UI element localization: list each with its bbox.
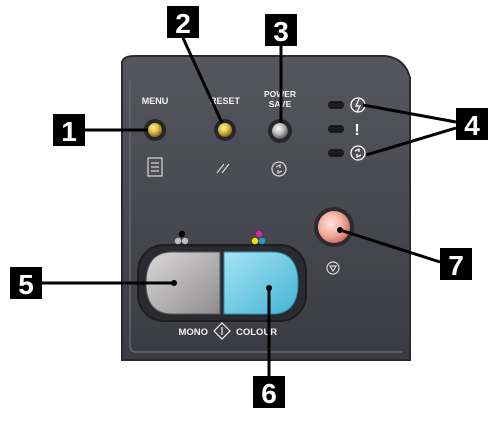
callout-7-number: 7 — [448, 250, 464, 281]
callout-4: 4 — [456, 108, 488, 141]
leader-dot-6 — [266, 285, 272, 291]
stop-button[interactable] — [318, 211, 350, 243]
led-ready — [328, 101, 344, 109]
callout-6: 6 — [253, 376, 285, 409]
callout-3-number: 3 — [273, 16, 289, 47]
colour-label: COLOUR — [236, 327, 277, 338]
leader-dot-7 — [337, 227, 343, 233]
callout-5-number: 5 — [18, 269, 34, 300]
callout-1-number: 1 — [61, 116, 77, 147]
colour-button[interactable] — [223, 251, 299, 315]
callout-6-number: 6 — [261, 378, 277, 409]
callout-5: 5 — [10, 267, 42, 300]
callout-1: 1 — [53, 114, 85, 147]
mono-label: MONO — [178, 327, 208, 338]
control-panel-diagram: MENU RESET POWER SAVE ! MONO COLOUR 1 2 … — [0, 0, 494, 422]
led-attention — [328, 125, 344, 133]
diagram-canvas: MENU RESET POWER SAVE ! MONO COLOUR 1 2 … — [10, 6, 488, 409]
menu-button[interactable] — [148, 123, 162, 137]
callout-2-number: 2 — [175, 8, 191, 39]
attention-icon: ! — [354, 122, 359, 139]
menu-label: MENU — [142, 96, 169, 106]
reset-button[interactable] — [218, 123, 232, 137]
callout-3: 3 — [265, 14, 297, 47]
callout-2: 2 — [167, 6, 199, 39]
callout-4-number: 4 — [464, 110, 480, 141]
power-save-button[interactable] — [272, 123, 288, 139]
callout-7: 7 — [440, 248, 472, 281]
leader-dot-5 — [171, 280, 177, 286]
led-data — [328, 149, 344, 157]
